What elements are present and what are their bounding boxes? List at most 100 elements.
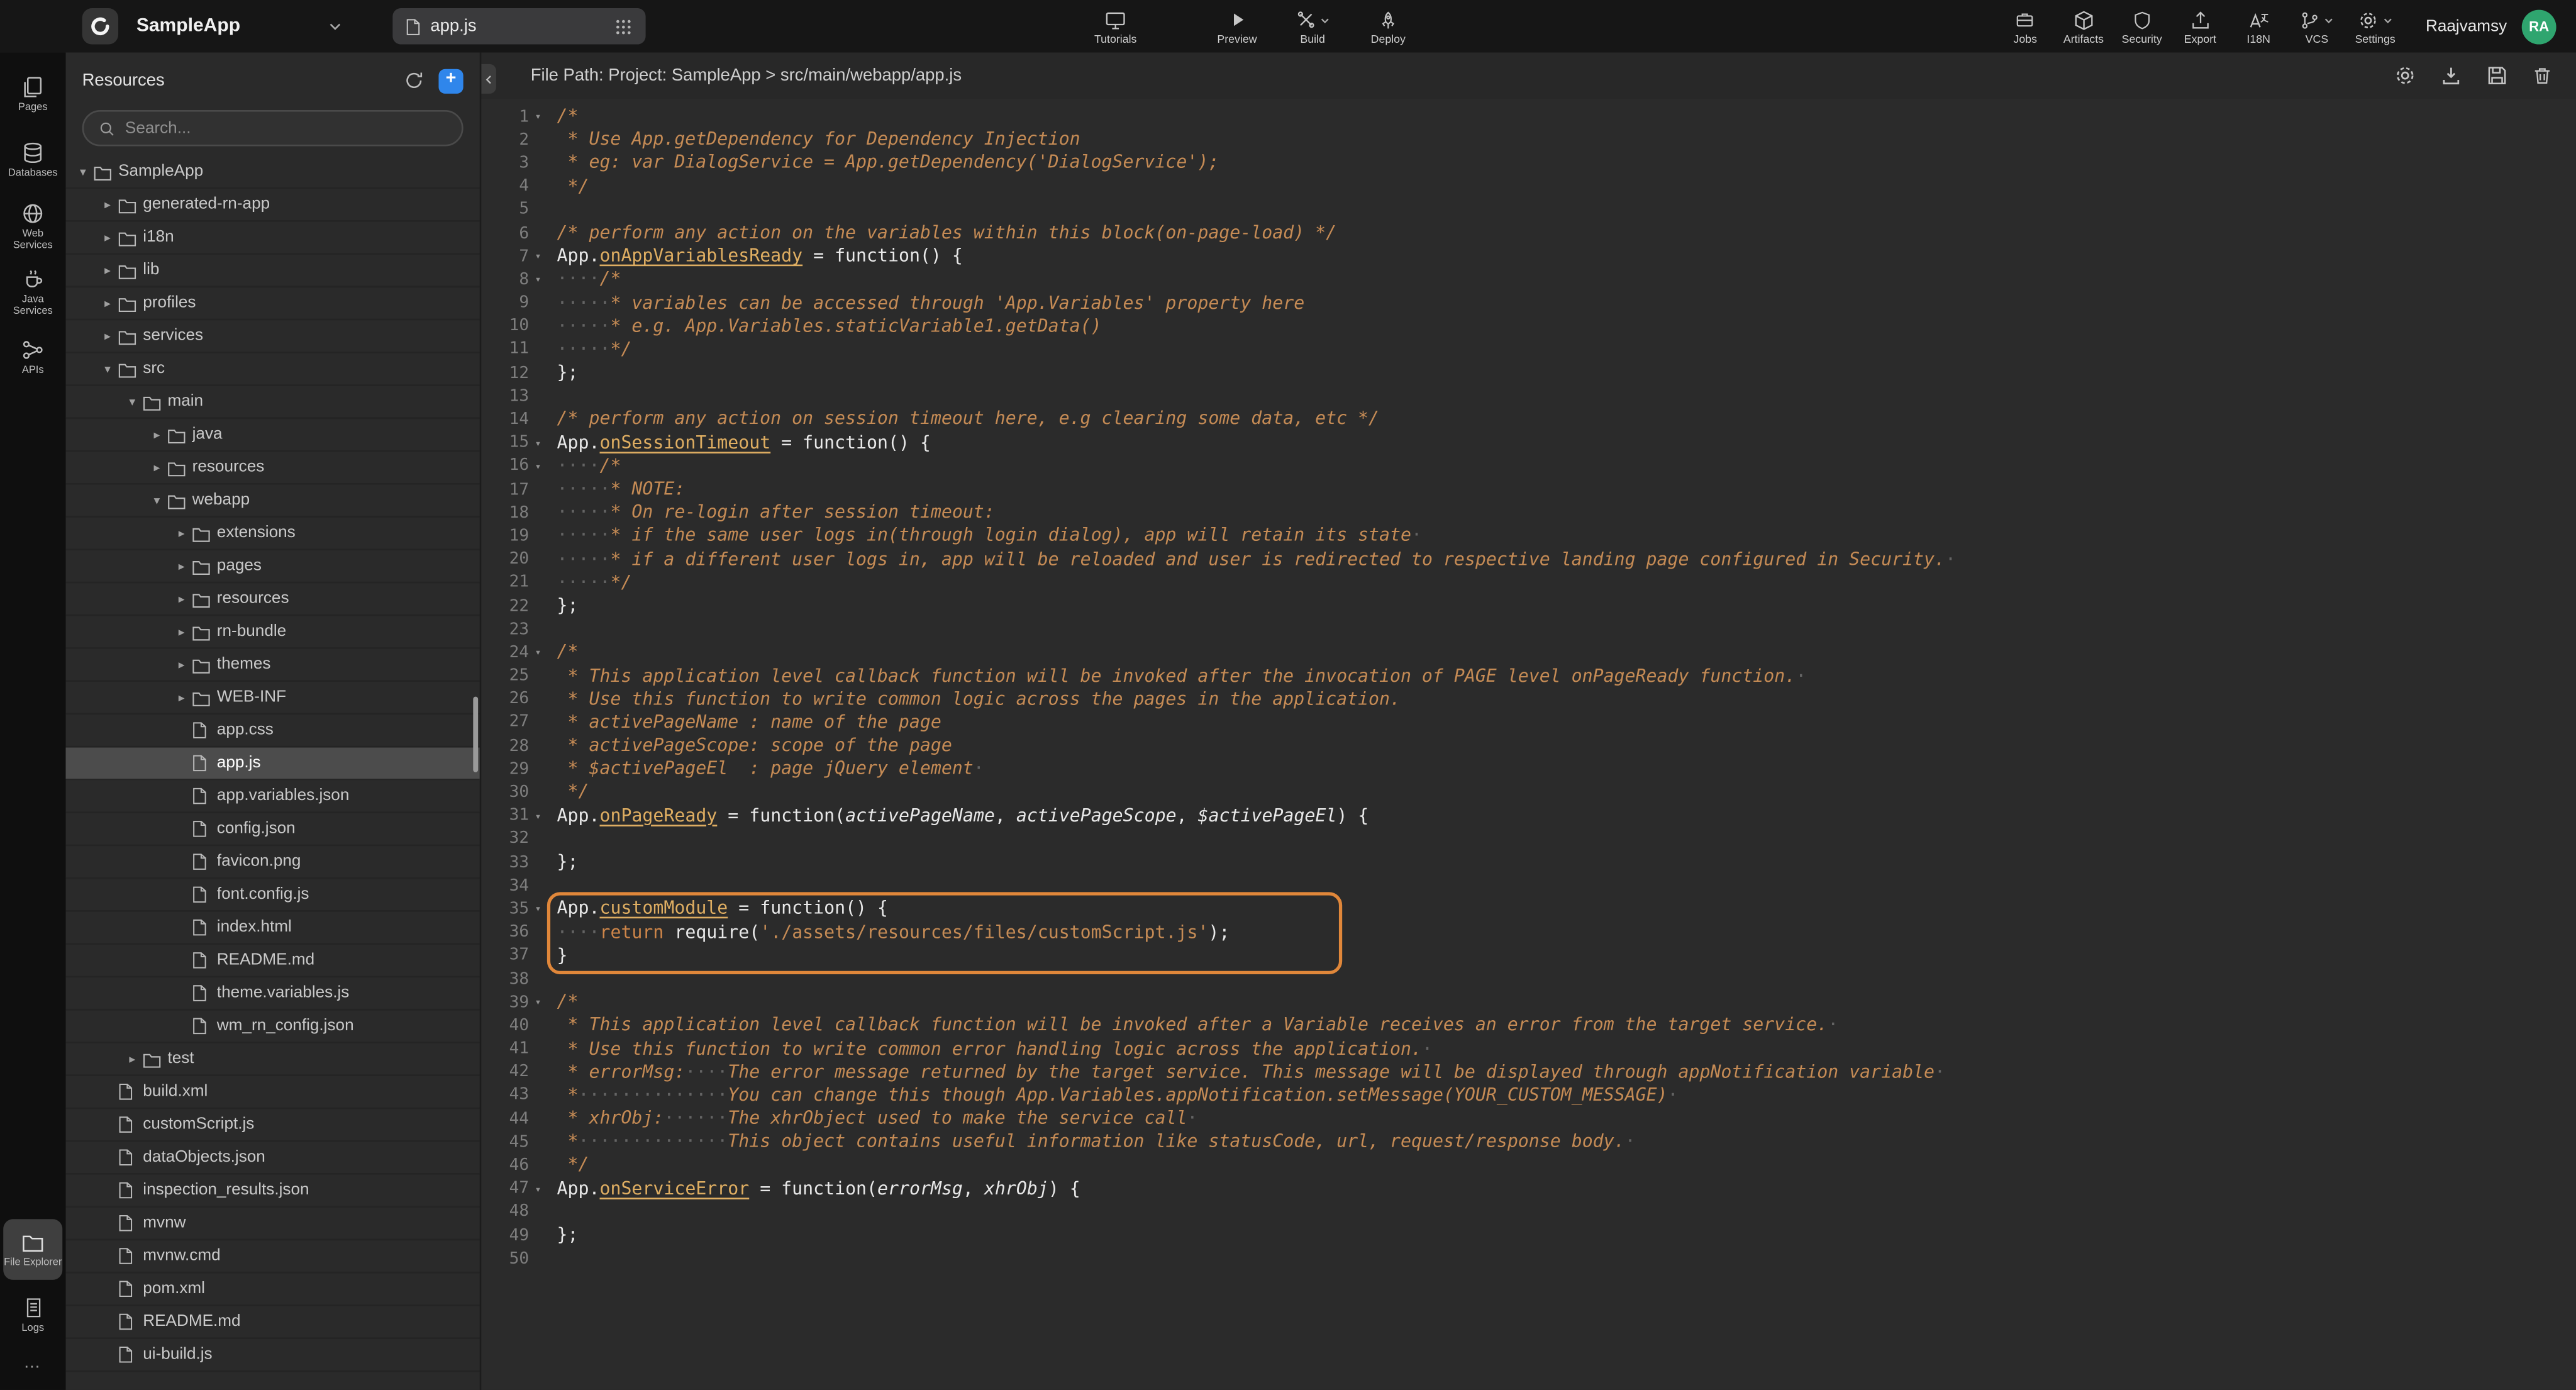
tree-folder-lib[interactable]: ▸lib (65, 255, 479, 287)
sidebar-scrollbar[interactable] (473, 697, 478, 772)
chevron-down-icon[interactable]: ▾ (121, 394, 143, 409)
tree-file-wm_rn_config.json[interactable]: wm_rn_config.json (65, 1011, 479, 1043)
chevron-right-icon[interactable]: ▸ (97, 328, 118, 343)
chevron-right-icon[interactable]: ▸ (171, 526, 192, 541)
code-line-17[interactable]: ·····* NOTE: (557, 478, 2576, 501)
code-line-22[interactable]: }; (557, 594, 2576, 618)
tree-folder-java[interactable]: ▸java (65, 419, 479, 452)
app-logo[interactable] (82, 8, 118, 44)
chevron-right-icon[interactable]: ▸ (97, 263, 118, 278)
code-line-38[interactable] (557, 967, 2576, 991)
export-button[interactable]: Export (2171, 6, 2229, 46)
tree-folder-resources[interactable]: ▸resources (65, 452, 479, 484)
i18n-button[interactable]: I18N (2229, 6, 2288, 46)
fold-toggle-icon[interactable]: ▾ (529, 110, 547, 123)
code-line-2[interactable]: * Use App.getDependency for Dependency I… (557, 128, 2576, 152)
fold-toggle-icon[interactable]: ▾ (529, 1182, 547, 1196)
code-line-11[interactable]: ·····*/ (557, 338, 2576, 362)
code-line-32[interactable] (557, 828, 2576, 851)
tree-folder-services[interactable]: ▸services (65, 320, 479, 353)
rail-item-pages[interactable]: Pages (3, 64, 62, 125)
chevron-right-icon[interactable]: ▸ (146, 460, 167, 475)
code-line-4[interactable]: */ (557, 175, 2576, 198)
build-button[interactable]: Build (1275, 5, 1350, 46)
code-line-35[interactable]: App.customModule = function() { (557, 898, 2576, 921)
code-line-13[interactable] (557, 385, 2576, 408)
code-line-16[interactable]: ····/* (557, 455, 2576, 478)
code-line-12[interactable]: }; (557, 362, 2576, 385)
tree-file-dataObjects.json[interactable]: dataObjects.json (65, 1142, 479, 1174)
rail-item-web-services[interactable]: Web Services (3, 196, 62, 257)
deploy-button[interactable]: Deploy (1350, 5, 1426, 46)
tree-folder-generated-rn-app[interactable]: ▸generated-rn-app (65, 189, 479, 221)
tree-file-config.json[interactable]: config.json (65, 813, 479, 846)
tree-file-index.html[interactable]: index.html (65, 912, 479, 945)
security-button[interactable]: Security (2112, 6, 2171, 46)
jobs-button[interactable]: Jobs (1996, 6, 2055, 46)
tree-file-app.variables.json[interactable]: app.variables.json (65, 781, 479, 813)
add-resource-button[interactable]: + (438, 68, 463, 92)
code-line-42[interactable]: * errorMsg:····The error message returne… (557, 1061, 2576, 1084)
collapse-sidebar-button[interactable] (481, 64, 496, 94)
tree-folder-webapp[interactable]: ▾webapp (65, 485, 479, 518)
tree-folder-themes[interactable]: ▸themes (65, 649, 479, 682)
code-line-7[interactable]: App.onAppVariablesReady = function() { (557, 245, 2576, 269)
fold-toggle-icon[interactable]: ▾ (529, 809, 547, 823)
chevron-right-icon[interactable]: ▸ (146, 427, 167, 442)
tutorials-button[interactable]: Tutorials (1078, 5, 1153, 46)
tree-file-build.xml[interactable]: build.xml (65, 1076, 479, 1109)
open-file-tab[interactable]: app.js (392, 8, 645, 44)
delete-file-button[interactable] (2531, 64, 2553, 87)
chevron-right-icon[interactable]: ▸ (97, 197, 118, 212)
code-line-3[interactable]: * eg: var DialogService = App.getDepende… (557, 152, 2576, 175)
tree-folder-i18n[interactable]: ▸i18n (65, 222, 479, 255)
chevron-down-icon[interactable]: ▾ (72, 164, 94, 179)
rail-item-file-explorer[interactable]: File Explorer (3, 1219, 62, 1280)
fold-toggle-icon[interactable]: ▾ (529, 996, 547, 1009)
code-line-6[interactable]: /* perform any action on the variables w… (557, 221, 2576, 245)
chevron-down-icon[interactable]: ▾ (97, 362, 118, 377)
code-line-20[interactable]: ·····* if a different user logs in, app … (557, 548, 2576, 571)
tree-file-pom.xml[interactable]: pom.xml (65, 1273, 479, 1306)
search-box[interactable] (82, 110, 464, 146)
code-line-44[interactable]: * xhrObj:······The xhrObject used to mak… (557, 1108, 2576, 1131)
code-line-36[interactable]: ····return require('./assets/resources/f… (557, 921, 2576, 944)
code-line-1[interactable]: /* (557, 105, 2576, 128)
code-line-15[interactable]: App.onSessionTimeout = function() { (557, 431, 2576, 455)
code-line-30[interactable]: */ (557, 781, 2576, 804)
tree-file-app.css[interactable]: app.css (65, 714, 479, 747)
tree-folder-rn-bundle[interactable]: ▸rn-bundle (65, 616, 479, 649)
code-line-8[interactable]: ····/* (557, 269, 2576, 292)
code-line-18[interactable]: ·····* On re-login after session timeout… (557, 501, 2576, 525)
tree-folder-resources[interactable]: ▸resources (65, 583, 479, 616)
code-line-49[interactable]: }; (557, 1224, 2576, 1247)
chevron-right-icon[interactable]: ▸ (97, 230, 118, 245)
tree-file-inspection_results.json[interactable]: inspection_results.json (65, 1175, 479, 1208)
chevron-right-icon[interactable]: ▸ (97, 296, 118, 311)
code-line-40[interactable]: * This application level callback functi… (557, 1015, 2576, 1038)
fold-toggle-icon[interactable]: ▾ (529, 436, 547, 450)
code-line-43[interactable]: *··············You can change this thoug… (557, 1084, 2576, 1108)
refresh-button[interactable] (404, 70, 424, 90)
artifacts-button[interactable]: Artifacts (2055, 6, 2113, 46)
code-area[interactable]: 1▾234567▾8▾9101112131415▾16▾171819202122… (481, 99, 2576, 1390)
fold-toggle-icon[interactable]: ▾ (529, 460, 547, 473)
more-options-icon[interactable]: ⋯ (24, 1359, 42, 1377)
code-line-28[interactable]: * activePageScope: scope of the page (557, 735, 2576, 758)
code-line-26[interactable]: * Use this function to write common logi… (557, 688, 2576, 711)
vcs-button[interactable]: VCS (2288, 6, 2346, 46)
rail-item-logs[interactable]: Logs (3, 1285, 62, 1346)
rail-item-databases[interactable]: Databases (3, 130, 62, 191)
tree-file-mvnw[interactable]: mvnw (65, 1208, 479, 1240)
tree-folder-test[interactable]: ▸test (65, 1043, 479, 1076)
chevron-down-icon[interactable]: ▾ (146, 493, 167, 508)
code-line-48[interactable] (557, 1201, 2576, 1224)
code-line-21[interactable]: ·····*/ (557, 571, 2576, 594)
download-file-button[interactable] (2440, 64, 2463, 87)
code-line-24[interactable]: /* (557, 642, 2576, 665)
tree-file-mvnw.cmd[interactable]: mvnw.cmd (65, 1240, 479, 1273)
tree-folder-extensions[interactable]: ▸extensions (65, 518, 479, 550)
tree-folder-main[interactable]: ▾main (65, 386, 479, 419)
editor-settings-button[interactable] (2394, 64, 2417, 87)
chevron-right-icon[interactable]: ▸ (171, 657, 192, 672)
